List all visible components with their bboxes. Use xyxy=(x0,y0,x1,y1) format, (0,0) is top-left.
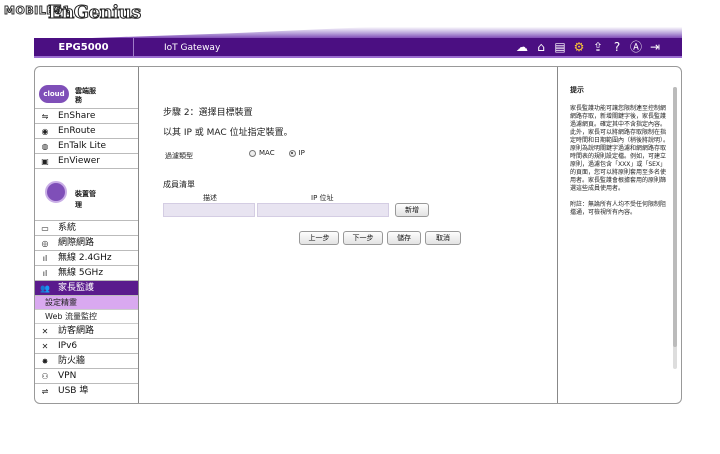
sidebar-subitem-web-traffic[interactable]: Web 流量監控 xyxy=(35,310,138,324)
gear-icon[interactable]: ⚙ xyxy=(572,40,586,54)
sidebar-item-parental-control[interactable]: 👥 家長監護 xyxy=(35,281,138,296)
sidebar-item-internet[interactable]: ◎ 網際網路 xyxy=(35,236,138,251)
viewer-icon: ▣ xyxy=(41,156,49,166)
sidebar-item-ipv6[interactable]: ✕ IPv6 xyxy=(35,339,138,354)
sidebar-subitem-setup-wizard[interactable]: 設定精靈 xyxy=(35,296,138,310)
vpn-icon: ⚇ xyxy=(41,371,49,381)
management-section-title: 裝置管理 xyxy=(75,190,96,209)
tools-icon: ✕ xyxy=(41,341,49,351)
sidebar: cloud 雲端服務 ⇋ EnShare ◉ EnRoute ◍ EnTalk Lit… xyxy=(35,67,139,403)
step-description: 以其 IP 或 MAC 位址指定裝置。 xyxy=(163,128,293,138)
sidebar-item-label: EnShare xyxy=(58,110,96,121)
brand-logo: EnGenius xyxy=(48,2,142,24)
sidebar-item-label: EnViewer xyxy=(58,155,100,166)
sidebar-item-wireless-24[interactable]: ıl 無線 2.4GHz xyxy=(35,251,138,266)
sidebar-item-label: IPv6 xyxy=(58,340,78,351)
talk-icon: ◍ xyxy=(41,141,49,151)
management-section-header: 裝置管理 xyxy=(35,179,138,221)
step-title: 步驟 2：選擇目標裝置 xyxy=(163,108,253,118)
sidebar-item-enviewer[interactable]: ▣ EnViewer xyxy=(35,154,138,169)
sidebar-item-enshare[interactable]: ⇋ EnShare xyxy=(35,109,138,124)
model-name: EPG5000 xyxy=(34,38,134,58)
sidebar-item-guest-network[interactable]: ✕ 訪客網路 xyxy=(35,324,138,339)
hint-title: 提示 xyxy=(570,86,584,94)
ip-address-input[interactable] xyxy=(257,203,389,217)
globe-icon: ◎ xyxy=(41,238,49,248)
pages-icon[interactable]: ▤ xyxy=(553,40,567,54)
home-icon[interactable]: ⌂ xyxy=(534,40,548,54)
member-list-title: 成員清單 xyxy=(163,180,195,189)
sidebar-item-firewall[interactable]: ✸ 防火牆 xyxy=(35,354,138,369)
tools-icon: ✕ xyxy=(41,326,49,336)
header-toolbar: ☁ ⌂ ▤ ⚙ ⇪ ? Ⓐ ⇥ xyxy=(515,40,662,54)
header-bar: EPG5000 IoT Gateway ☁ ⌂ ▤ ⚙ ⇪ ? Ⓐ ⇥ xyxy=(34,38,682,58)
wifi-icon: ıl xyxy=(42,253,48,263)
scrollbar-thumb[interactable] xyxy=(673,87,677,347)
upload-icon[interactable]: ⇪ xyxy=(591,40,605,54)
sidebar-item-label: 無線 5GHz xyxy=(58,267,104,278)
location-icon: ◉ xyxy=(41,126,49,136)
previous-button[interactable]: 上一步 xyxy=(299,231,339,245)
radio-ip-dot[interactable] xyxy=(288,149,296,157)
account-icon[interactable]: Ⓐ xyxy=(629,40,643,54)
usb-icon: ⇌ xyxy=(41,387,49,396)
sidebar-item-label: 家長監護 xyxy=(58,282,95,293)
sidebar-item-label: EnTalk Lite xyxy=(58,140,107,151)
product-subtitle: IoT Gateway xyxy=(164,43,221,53)
management-icon xyxy=(45,181,67,203)
save-button[interactable]: 儲存 xyxy=(387,231,421,245)
sidebar-item-wireless-5[interactable]: ıl 無線 5GHz xyxy=(35,266,138,281)
sidebar-item-entalk-lite[interactable]: ◍ EnTalk Lite xyxy=(35,139,138,154)
radio-mac-dot[interactable] xyxy=(249,149,256,157)
radio-ip-label: IP xyxy=(298,149,305,157)
sidebar-item-enroute[interactable]: ◉ EnRoute xyxy=(35,124,138,139)
description-input[interactable] xyxy=(163,203,255,217)
sidebar-item-label: 無線 2.4GHz xyxy=(58,252,112,263)
wifi-icon: ıl xyxy=(42,268,48,278)
filter-type-radio-group: MAC IP xyxy=(249,149,305,157)
sidebar-item-label: EnRoute xyxy=(58,125,96,136)
cloud-download-icon[interactable]: ☁ xyxy=(515,40,529,54)
sidebar-item-usb[interactable]: ⇌ USB 埠 xyxy=(35,384,138,399)
logout-icon[interactable]: ⇥ xyxy=(648,40,662,54)
description-column-header: 描述 xyxy=(203,194,217,202)
radio-mac[interactable]: MAC xyxy=(249,149,275,157)
cloud-section-header: cloud 雲端服務 xyxy=(35,67,138,109)
sidebar-item-system[interactable]: ▭ 系統 xyxy=(35,221,138,236)
sidebar-item-label: 防火牆 xyxy=(58,355,86,366)
sidebar-item-label: 訪客網路 xyxy=(58,325,95,336)
hint-note: 附註：無論所有人均不受任何限制阻擋通，可檢視所有內容。 xyxy=(570,201,667,216)
hint-body: 家長監護功能可讓您限制連至控制網網路存取，新增關鍵字後，家長監護過濾網頁。確定其… xyxy=(570,105,670,192)
hint-scrollbar[interactable] xyxy=(673,87,677,369)
add-button[interactable]: 新增 xyxy=(395,203,429,217)
content-panel: 步驟 2：選擇目標裝置 以其 IP 或 MAC 位址指定裝置。 過濾類型 MAC… xyxy=(139,67,557,403)
cancel-button[interactable]: 取消 xyxy=(425,231,461,245)
filter-type-label: 過濾類型 xyxy=(165,152,193,160)
cloud-logo: cloud xyxy=(39,85,69,103)
radio-ip[interactable]: IP xyxy=(288,149,305,157)
ip-address-column-header: IP 位址 xyxy=(311,194,334,202)
cloud-section-title: 雲端服務 xyxy=(75,87,96,104)
hint-panel: 提示 家長監護功能可讓您限制連至控制網網路存取，新增關鍵字後，家長監護過濾網頁。… xyxy=(557,67,681,403)
sidebar-item-label: USB 埠 xyxy=(58,386,89,396)
users-icon: 👥 xyxy=(40,283,50,293)
sidebar-item-label: 網際網路 xyxy=(58,237,95,248)
sidebar-item-label: VPN xyxy=(58,370,77,381)
help-icon[interactable]: ? xyxy=(610,40,624,54)
monitor-icon: ▭ xyxy=(41,223,49,233)
share-icon: ⇋ xyxy=(41,111,49,121)
sidebar-item-vpn[interactable]: ⚇ VPN xyxy=(35,369,138,384)
next-button[interactable]: 下一步 xyxy=(343,231,383,245)
main-frame: cloud 雲端服務 ⇋ EnShare ◉ EnRoute ◍ EnTalk Lit… xyxy=(34,66,682,404)
radio-mac-label: MAC xyxy=(259,149,275,157)
sidebar-item-label: 系統 xyxy=(58,222,77,233)
firewall-icon: ✸ xyxy=(41,356,49,366)
